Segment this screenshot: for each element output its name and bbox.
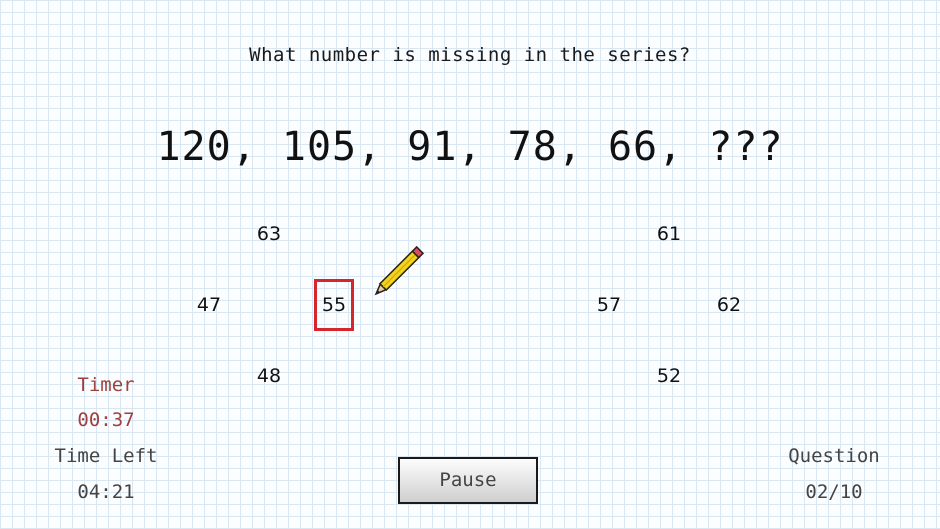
pencil-icon (374, 244, 426, 300)
option-55-selected[interactable]: 55 (314, 279, 354, 331)
timer-value: 00:37 (77, 409, 135, 431)
timer-label: Timer (77, 374, 135, 396)
pause-button[interactable]: Pause (398, 457, 538, 504)
option-57[interactable]: 57 (584, 294, 634, 316)
option-61[interactable]: 61 (644, 223, 694, 245)
option-62[interactable]: 62 (704, 294, 754, 316)
option-47[interactable]: 47 (184, 294, 234, 316)
question-text: What number is missing in the series? (249, 44, 691, 66)
question-counter-value: 02/10 (805, 481, 863, 503)
number-series: 120, 105, 91, 78, 66, ??? (156, 124, 784, 170)
time-left-label: Time Left (54, 445, 158, 467)
option-63[interactable]: 63 (244, 223, 294, 245)
time-left-value: 04:21 (77, 481, 135, 503)
option-48[interactable]: 48 (244, 365, 294, 387)
option-52[interactable]: 52 (644, 365, 694, 387)
question-counter-label: Question (788, 445, 880, 467)
